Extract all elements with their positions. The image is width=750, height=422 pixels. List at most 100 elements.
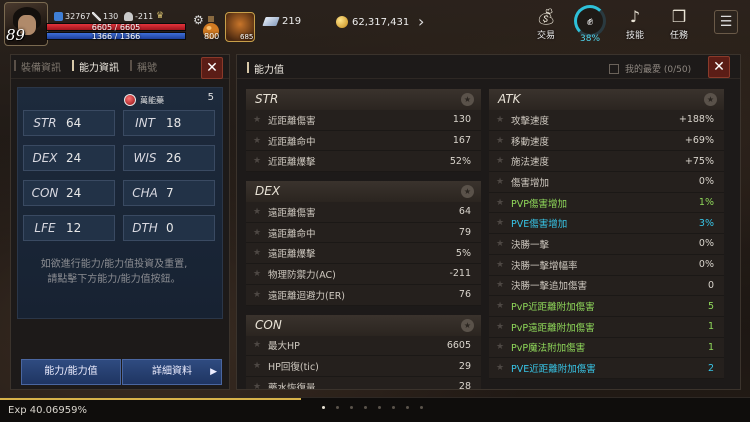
star-icon[interactable]: ★: [461, 93, 474, 106]
shield-icon: [54, 12, 63, 21]
details-button[interactable]: 詳細資料 ▶: [122, 359, 222, 385]
attribute-value: 28: [458, 381, 471, 390]
favorite-star-icon[interactable]: ★: [246, 290, 268, 300]
attribute-label: 近距離爆擊: [268, 157, 316, 169]
skill-slot-count: 685: [240, 33, 254, 41]
attribute-value: 167: [452, 135, 471, 147]
ability-button[interactable]: 能力/能力值: [21, 359, 121, 385]
attribute-label: PVP傷害增加: [511, 198, 567, 210]
attribute-value: 3%: [698, 217, 714, 229]
exp-bar: Exp 40.06959%: [0, 397, 750, 422]
hp-bar: 6605 / 6605: [46, 23, 186, 32]
attribute-label: 遠距離迴避力(ER): [268, 290, 346, 302]
skill-icon: ♪: [629, 7, 641, 26]
attribute-value: 6605: [446, 339, 471, 351]
close-icon[interactable]: ✕: [708, 56, 730, 78]
tab-ability[interactable]: 能力資訊: [69, 59, 127, 74]
star-icon[interactable]: ★: [704, 93, 717, 106]
favorite-star-icon[interactable]: ★: [246, 340, 268, 350]
attribute-row: ★ 藥水恢復量 28: [246, 376, 481, 390]
attribute-row: ★ 遠距離傷害 64: [246, 202, 481, 223]
attribute-value: 0%: [698, 176, 714, 188]
armor-icon: [124, 12, 133, 21]
favorite-star-icon[interactable]: ★: [246, 115, 268, 125]
attribute-row: ★ 決勝一擊 0%: [489, 234, 724, 255]
favorite-star-icon[interactable]: ★: [246, 248, 268, 258]
attribute-row: ★ 攻擊速度 +188%: [489, 110, 724, 131]
attribute-label: 物理防禦力(AC): [268, 269, 336, 281]
tab-equipment[interactable]: 裝備資訊: [11, 59, 69, 74]
favorite-star-icon[interactable]: ★: [246, 207, 268, 217]
tab-title[interactable]: 稱號: [127, 59, 165, 74]
favorites-toggle[interactable]: 我的最愛 (0/50): [609, 62, 691, 75]
favorite-star-icon[interactable]: ★: [489, 322, 511, 332]
attribute-row: ★ 最大HP 6605: [246, 335, 481, 357]
favorite-star-icon[interactable]: ★: [246, 136, 268, 146]
hud-stat-1: 32767: [54, 12, 90, 21]
favorite-star-icon[interactable]: ★: [246, 361, 268, 371]
attribute-label: 近距離傷害: [268, 115, 316, 127]
attribute-label: 最大HP: [268, 341, 300, 353]
attribute-label: PVE近距離附加傷害: [511, 364, 596, 376]
attribute-value: 2: [707, 362, 714, 374]
favorite-star-icon[interactable]: ★: [489, 239, 511, 249]
close-icon[interactable]: ✕: [201, 57, 223, 79]
attribute-value: 52%: [449, 155, 471, 167]
stat-con: CON 24: [23, 180, 115, 206]
attribute-label: 攻擊速度: [511, 115, 550, 127]
gold-coin-icon: [336, 16, 348, 28]
attribute-row: ★ PvP近距離附加傷害 5: [489, 296, 724, 317]
skill-button[interactable]: ♪ 技能: [620, 6, 650, 41]
attribute-row: ★ 近距離命中 167: [246, 130, 481, 152]
favorite-star-icon[interactable]: ★: [246, 269, 268, 279]
favorite-star-icon[interactable]: ★: [246, 382, 268, 389]
attribute-row: ★ 移動速度 +69%: [489, 130, 724, 152]
progress-ring[interactable]: ✊︎: [574, 5, 606, 37]
chevron-right-icon[interactable]: ›: [418, 12, 424, 31]
character-info-panel: 裝備資訊 能力資訊 稱號 ✕ 萬能藥 5 STR 64 INT 18 DEX 24 W…: [10, 54, 230, 390]
money-bag-icon: 💰︎: [535, 7, 557, 26]
menu-button[interactable]: ☰: [714, 10, 738, 34]
favorite-star-icon[interactable]: ★: [489, 342, 511, 352]
gold-currency: 62,317,431: [336, 16, 409, 28]
attribute-row: ★ 近距離爆擊 52%: [246, 151, 481, 173]
favorite-star-icon[interactable]: ★: [489, 301, 511, 311]
checkbox[interactable]: [609, 63, 619, 74]
panel-title: 能力值: [247, 61, 284, 76]
attribute-value: 0%: [698, 259, 714, 271]
attribute-label: PvP遠距離附加傷害: [511, 322, 595, 334]
favorite-star-icon[interactable]: ★: [489, 115, 511, 125]
attribute-row: ★ PvP遠距離附加傷害 1: [489, 316, 724, 338]
favorite-star-icon[interactable]: ★: [489, 218, 511, 228]
attribute-value: +188%: [678, 114, 714, 126]
attribute-label: 遠距離命中: [268, 228, 316, 240]
favorite-star-icon[interactable]: ★: [489, 198, 511, 208]
favorite-star-icon[interactable]: ★: [489, 363, 511, 373]
favorite-star-icon[interactable]: ★: [489, 280, 511, 290]
attribute-value: 79: [458, 227, 471, 239]
exchange-button[interactable]: 💰︎ 交易: [531, 6, 561, 41]
attribute-value: 1: [707, 321, 714, 333]
favorite-star-icon[interactable]: ★: [489, 136, 511, 146]
star-icon[interactable]: ★: [461, 318, 474, 332]
elixir-indicator[interactable]: 萬能藥: [124, 94, 164, 106]
exp-text: Exp 40.06959%: [8, 405, 87, 416]
quest-button[interactable]: ❒ 任務: [664, 6, 694, 41]
favorite-star-icon[interactable]: ★: [489, 260, 511, 270]
favorite-star-icon[interactable]: ★: [489, 156, 511, 166]
elixir-icon: [124, 94, 136, 106]
section-header: ATK ★: [489, 89, 724, 110]
favorite-star-icon[interactable]: ★: [246, 156, 268, 166]
fist-icon: ✊︎: [586, 14, 594, 28]
hud-stat-3: -211: [124, 12, 153, 21]
attribute-value: 1: [707, 341, 714, 353]
hud-stat-2: 130: [92, 12, 118, 21]
attribute-row: ★ PvP魔法附加傷害 1: [489, 337, 724, 359]
star-icon[interactable]: ★: [461, 185, 474, 199]
favorite-star-icon[interactable]: ★: [246, 228, 268, 238]
potion-count: 800: [204, 32, 220, 41]
attribute-row: ★ PVP傷害增加 1%: [489, 192, 724, 214]
attribute-label: 決勝一擊增幅率: [511, 260, 578, 272]
stat-lfe: LFE 12: [23, 215, 115, 241]
favorite-star-icon[interactable]: ★: [489, 177, 511, 187]
